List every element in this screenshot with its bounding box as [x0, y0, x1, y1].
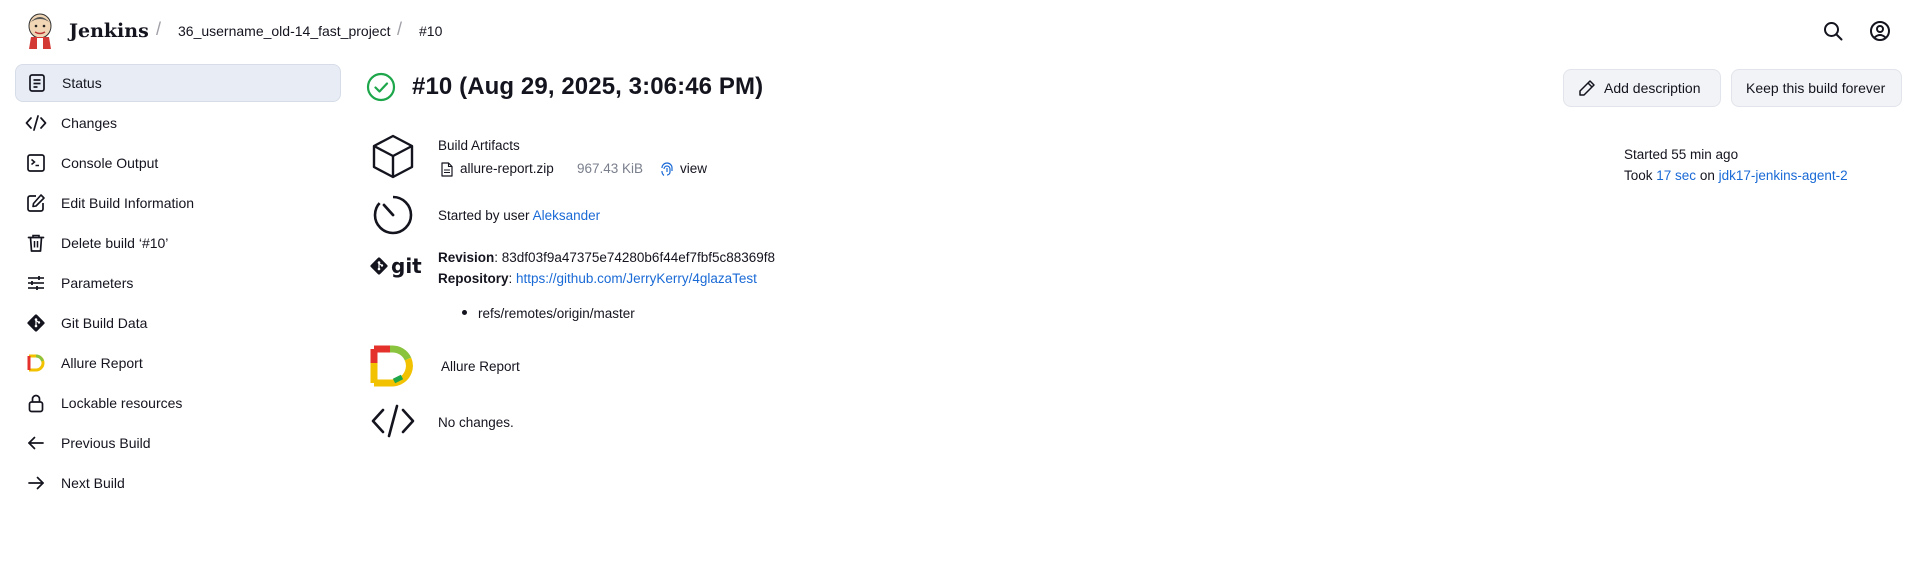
sidebar-item-label: Previous Build	[61, 435, 151, 451]
allure-report-icon	[370, 345, 413, 387]
user-account-icon[interactable]	[1868, 19, 1892, 43]
started-ago-text: Started 55 min ago	[1624, 147, 1739, 162]
keep-build-forever-label: Keep this build forever	[1746, 80, 1886, 96]
sidebar-item-status[interactable]: Status	[15, 64, 341, 102]
sidebar-item-console-output[interactable]: Console Output	[15, 144, 341, 182]
duration-link[interactable]: 17 sec	[1656, 168, 1696, 183]
allure-report-link[interactable]: Allure Report	[441, 359, 520, 374]
user-link[interactable]: Aleksander	[533, 208, 601, 223]
success-check-icon	[366, 72, 396, 102]
sidebar: Status Changes Console Output Edit Build…	[15, 64, 341, 504]
code-changes-icon	[371, 404, 415, 438]
file-icon	[441, 162, 453, 177]
sidebar-item-changes[interactable]: Changes	[15, 104, 341, 142]
took-prefix: Took	[1624, 168, 1657, 183]
add-description-label: Add description	[1604, 80, 1701, 96]
breadcrumb-project[interactable]: 36_username_old-14_fast_project	[178, 23, 390, 39]
sidebar-item-git-build-data[interactable]: Git Build Data	[15, 304, 341, 342]
revision-hash: : 83df03f9a47375e74280b6f44ef7fbf5c88369…	[494, 250, 776, 265]
agent-link[interactable]: jdk17-jenkins-agent-2	[1719, 168, 1848, 183]
breadcrumb-separator: /	[156, 19, 162, 39]
sidebar-item-label: Git Build Data	[61, 315, 148, 331]
list-bullet	[462, 310, 467, 315]
page-title: #10 (Aug 29, 2025, 3:06:46 PM)	[412, 73, 764, 100]
sidebar-item-lockable-resources[interactable]: Lockable resources	[15, 384, 341, 422]
started-by-text: Started by user Aleksander	[438, 208, 600, 223]
sidebar-item-label: Changes	[61, 115, 118, 131]
timer-icon	[373, 194, 413, 235]
add-description-button[interactable]: Add description	[1563, 69, 1721, 107]
artifact-view-link[interactable]: view	[680, 161, 707, 176]
arrow-left-icon	[25, 432, 47, 454]
arrow-right-icon	[25, 472, 47, 494]
repository-separator: :	[508, 271, 517, 286]
sidebar-item-previous-build[interactable]: Previous Build	[15, 424, 341, 462]
no-changes-text: No changes.	[438, 415, 514, 430]
sidebar-item-label: Lockable resources	[61, 395, 183, 411]
build-duration-text: Took 17 sec on jdk17-jenkins-agent-2	[1624, 168, 1848, 183]
build-artifacts-link[interactable]: Build Artifacts	[438, 138, 520, 153]
sidebar-item-parameters[interactable]: Parameters	[15, 264, 341, 302]
fingerprint-icon[interactable]	[660, 162, 674, 177]
git-logo-text: git	[391, 254, 422, 278]
jenkins-logo-icon[interactable]	[26, 13, 54, 49]
repository-label: Repository	[438, 271, 509, 286]
sliders-icon	[25, 272, 47, 294]
search-icon[interactable]	[1821, 19, 1845, 43]
git-logo-icon	[370, 257, 388, 275]
allure-icon	[25, 352, 47, 374]
code-icon	[25, 112, 47, 134]
sidebar-item-label: Console Output	[61, 155, 159, 171]
started-by-prefix: Started by user	[438, 208, 533, 223]
top-bar: Jenkins / 36_username_old-14_fast_projec…	[0, 0, 1915, 62]
sidebar-item-next-build[interactable]: Next Build	[15, 464, 341, 502]
sidebar-item-label: Allure Report	[61, 355, 143, 371]
terminal-icon	[25, 152, 47, 174]
build-title-row: #10 (Aug 29, 2025, 3:06:46 PM)	[366, 72, 763, 102]
git-icon	[25, 312, 47, 334]
sidebar-item-label: Delete build ‘#10’	[61, 235, 169, 251]
pencil-icon	[1579, 80, 1595, 96]
artifact-file-size: 967.43 KiB	[577, 161, 644, 176]
edit-icon	[25, 192, 47, 214]
document-icon	[26, 72, 48, 94]
git-repository: Repository: https://github.com/JerryKerr…	[438, 271, 757, 286]
sidebar-item-label: Status	[62, 75, 102, 91]
sidebar-item-label: Parameters	[61, 275, 134, 291]
on-text: on	[1696, 168, 1719, 183]
git-logo: git	[369, 256, 422, 276]
sidebar-item-label: Next Build	[61, 475, 125, 491]
lock-icon	[25, 392, 47, 414]
keep-build-forever-button[interactable]: Keep this build forever	[1731, 69, 1902, 107]
sidebar-item-delete-build[interactable]: Delete build ‘#10’	[15, 224, 341, 262]
revision-label: Revision	[438, 250, 495, 265]
breadcrumb-build[interactable]: #10	[419, 23, 442, 39]
brand-name[interactable]: Jenkins	[69, 20, 149, 42]
artifact-file-link[interactable]: allure-report.zip	[460, 161, 554, 176]
breadcrumb-separator: /	[397, 19, 403, 39]
trash-icon	[25, 232, 47, 254]
sidebar-item-allure-report[interactable]: Allure Report	[15, 344, 341, 382]
sidebar-item-edit-build-information[interactable]: Edit Build Information	[15, 184, 341, 222]
git-ref-item: refs/remotes/origin/master	[478, 306, 635, 321]
package-icon	[372, 134, 414, 179]
git-revision: Revision: 83df03f9a47375e74280b6f44ef7fb…	[438, 250, 775, 265]
repository-link[interactable]: https://github.com/JerryKerry/4glazaTest	[516, 271, 757, 286]
sidebar-item-label: Edit Build Information	[61, 195, 195, 211]
